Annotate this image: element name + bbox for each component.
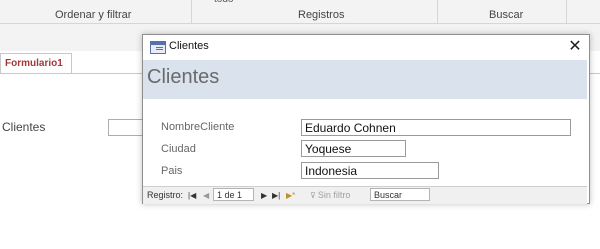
tab-formulario1[interactable]: Formulario1: [0, 53, 72, 74]
form-header-title: Clientes: [147, 66, 220, 88]
ciudad-field[interactable]: Yoquese: [301, 140, 406, 157]
last-record-button[interactable]: ▶|: [272, 189, 280, 202]
pais-field[interactable]: Indonesia: [301, 162, 439, 179]
ciudad-label: Ciudad: [161, 143, 196, 155]
current-record-input[interactable]: 1 de 1: [213, 188, 254, 201]
ribbon-separator: [566, 0, 567, 23]
new-record-button[interactable]: ▶*: [286, 189, 295, 202]
ribbon-group-sort-filter: Ordenar y filtrar: [55, 9, 132, 21]
filter-toggle[interactable]: ⊽ Sin filtro: [310, 189, 350, 202]
ribbon-group-records: Registros: [298, 9, 345, 21]
filter-icon: ⊽: [310, 191, 316, 200]
previous-record-button[interactable]: ◀: [203, 189, 209, 202]
first-record-button[interactable]: |◀: [188, 189, 196, 202]
clientes-dialog: Clientes ✕ Clientes NombreCliente Eduard…: [142, 34, 590, 204]
ribbon: todo Ordenar y filtrar Registros Buscar: [0, 0, 600, 24]
next-record-button[interactable]: ▶: [261, 189, 267, 202]
close-button[interactable]: ✕: [561, 35, 589, 60]
record-label: Registro:: [147, 190, 184, 200]
record-navigation-bar: Registro: |◀ ◀ 1 de 1 ▶ ▶| ▶* ⊽ Sin filtr…: [143, 186, 587, 204]
ribbon-separator: [437, 0, 438, 23]
search-input[interactable]: Buscar: [370, 188, 430, 201]
nombrecliente-label: NombreCliente: [161, 121, 235, 133]
ribbon-separator: [191, 0, 192, 23]
background-clientes-label: Clientes: [2, 120, 46, 134]
ribbon-residue-text: todo: [214, 0, 233, 2]
form-header: Clientes: [143, 60, 587, 99]
form-icon: [150, 41, 166, 54]
background-clientes-input[interactable]: [108, 119, 144, 136]
dialog-title: Clientes: [169, 40, 209, 52]
nombrecliente-field[interactable]: Eduardo Cohnen: [301, 119, 571, 136]
pais-label: Pais: [161, 165, 183, 177]
filter-label: Sin filtro: [317, 190, 351, 200]
ribbon-group-find: Buscar: [489, 9, 524, 21]
dialog-titlebar[interactable]: Clientes ✕: [143, 35, 589, 60]
